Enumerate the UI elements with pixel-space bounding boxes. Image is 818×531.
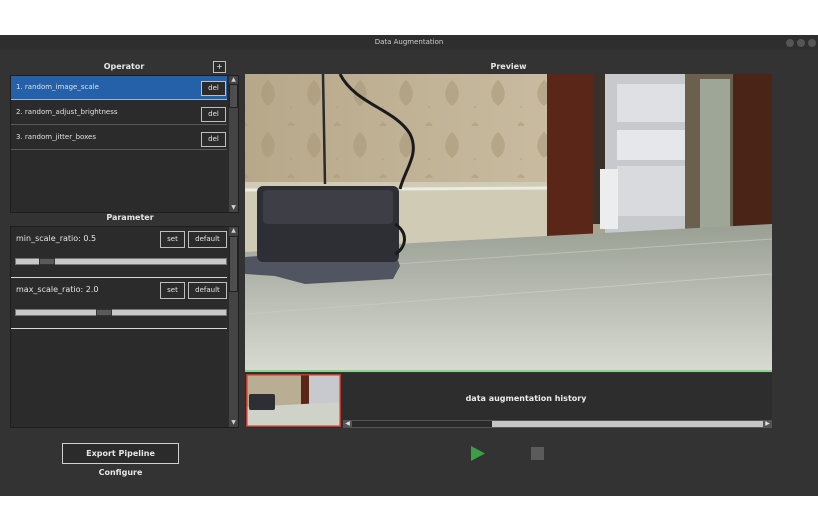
divider bbox=[11, 277, 227, 278]
parameter-header: Parameter bbox=[106, 213, 154, 222]
preview-header: Preview bbox=[490, 62, 527, 71]
list-item-operator-2[interactable]: 2. random_adjust_brightness bbox=[11, 101, 227, 125]
operator-label: 2. random_adjust_brightness bbox=[16, 108, 118, 116]
operator-header: Operator bbox=[103, 62, 145, 71]
param-label-min-scale: min_scale_ratio: 0.5 bbox=[16, 234, 97, 243]
stop-icon[interactable] bbox=[531, 447, 544, 460]
scroll-down-icon[interactable]: ▼ bbox=[229, 204, 238, 212]
delete-operator-button[interactable]: del bbox=[201, 132, 226, 147]
min-scale-slider[interactable] bbox=[15, 258, 227, 265]
preview-image bbox=[245, 74, 772, 372]
parameter-panel bbox=[10, 226, 239, 428]
default-button[interactable]: default bbox=[188, 282, 227, 299]
export-pipeline-button[interactable]: Export Pipeline Configure bbox=[62, 443, 179, 477]
maximize-icon[interactable] bbox=[797, 39, 805, 47]
scroll-left-icon[interactable]: ◀ bbox=[343, 420, 352, 428]
set-button[interactable]: set bbox=[160, 231, 185, 248]
list-item-operator-3[interactable]: 3. random_jitter_boxes bbox=[11, 126, 227, 150]
max-scale-slider[interactable] bbox=[15, 309, 227, 316]
param-label-max-scale: max_scale_ratio: 2.0 bbox=[16, 285, 99, 294]
history-label: data augmentation history bbox=[465, 394, 587, 403]
default-button[interactable]: default bbox=[188, 231, 227, 248]
divider bbox=[11, 328, 227, 329]
scroll-right-icon[interactable]: ▶ bbox=[763, 420, 772, 428]
minimize-icon[interactable] bbox=[786, 39, 794, 47]
slider-handle[interactable] bbox=[39, 258, 55, 265]
list-item-operator-1[interactable]: 1. random_image_scale bbox=[11, 76, 227, 100]
scroll-down-icon[interactable]: ▼ bbox=[229, 419, 238, 427]
set-button[interactable]: set bbox=[160, 282, 185, 299]
delete-operator-button[interactable]: del bbox=[201, 107, 226, 122]
history-scroll-thumb[interactable] bbox=[352, 421, 492, 427]
delete-operator-button[interactable]: del bbox=[201, 81, 226, 96]
scroll-up-icon[interactable]: ▲ bbox=[229, 227, 238, 235]
operator-label: 3. random_jitter_boxes bbox=[16, 133, 97, 141]
history-scroll-track-fill bbox=[492, 421, 763, 427]
close-icon[interactable] bbox=[808, 39, 816, 47]
history-thumbnail[interactable] bbox=[246, 374, 341, 427]
window-title: Data Augmentation bbox=[0, 35, 818, 50]
operator-scroll-thumb[interactable] bbox=[229, 84, 238, 108]
parameter-scroll-thumb[interactable] bbox=[229, 236, 238, 292]
add-operator-button[interactable]: + bbox=[213, 61, 226, 73]
scroll-up-icon[interactable]: ▲ bbox=[229, 76, 238, 84]
play-icon[interactable] bbox=[470, 446, 486, 461]
slider-handle[interactable] bbox=[96, 309, 112, 316]
operator-label: 1. random_image_scale bbox=[16, 83, 99, 91]
